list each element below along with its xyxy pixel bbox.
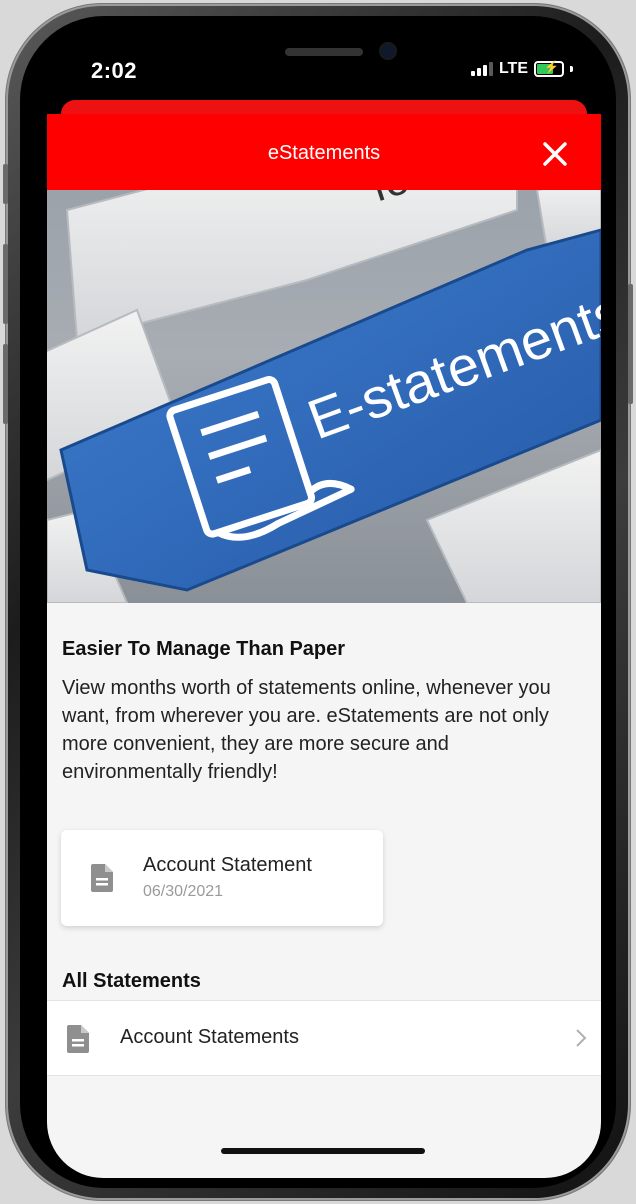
keyboard-illustration: fo E-statements <box>47 190 601 603</box>
estatements-modal: eStatements E-statements Easier To Manag… <box>47 114 601 1178</box>
power-button <box>628 284 633 404</box>
close-button[interactable] <box>539 138 571 170</box>
speaker <box>285 48 363 56</box>
account-statements-row[interactable]: Account Statements <box>47 1000 601 1076</box>
statement-date: 06/30/2021 <box>143 883 224 900</box>
front-camera <box>381 44 395 58</box>
recent-statement-card[interactable]: Account Statement 06/30/2021 <box>61 830 383 926</box>
status-time: 2:02 <box>91 58 138 83</box>
document-icon <box>67 1025 89 1053</box>
status-bar: 2:02 LTE ⚡ <box>47 30 601 108</box>
notch <box>195 30 453 90</box>
modal-header: eStatements <box>47 114 601 190</box>
battery-tip <box>570 66 573 72</box>
statement-title: Account Statement <box>143 854 312 876</box>
chevron-right-icon <box>576 1029 587 1047</box>
battery-icon: ⚡ <box>534 60 564 77</box>
volume-up-button <box>3 244 8 324</box>
row-label: Account Statements <box>120 1026 299 1048</box>
section-description: View months worth of statements online, … <box>62 677 551 783</box>
screen: 2:02 LTE ⚡ eStatements E-statements Easi… <box>47 30 601 1178</box>
volume-down-button <box>3 344 8 424</box>
status-indicators: LTE ⚡ <box>470 60 573 78</box>
document-icon <box>91 864 113 892</box>
network-type: LTE <box>498 60 528 77</box>
signal-icon <box>470 62 493 76</box>
section-headline: Easier To Manage Than Paper <box>62 638 346 660</box>
home-indicator[interactable] <box>221 1148 425 1154</box>
close-icon <box>543 142 567 166</box>
silent-switch <box>3 164 8 204</box>
all-statements-heading: All Statements <box>62 970 201 992</box>
page-title: eStatements <box>267 142 381 164</box>
hero-image: fo E-statements <box>47 190 601 603</box>
